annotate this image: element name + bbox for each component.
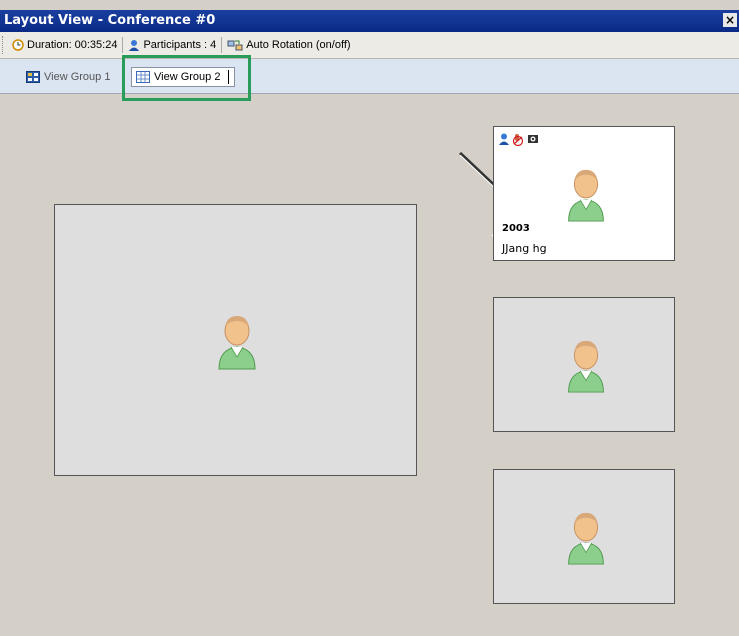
participant-panel-2[interactable]: [493, 297, 675, 432]
grid-layout-icon: [26, 71, 40, 83]
participant-avatar-icon: [568, 340, 604, 393]
auto-rotation-label: Auto Rotation (on/off): [246, 39, 351, 51]
close-button[interactable]: ×: [723, 13, 737, 27]
participant-avatar-icon: [218, 316, 256, 370]
clock-icon: [12, 39, 24, 51]
toolbar: Duration: 00:35:24 Participants : 4 Auto…: [0, 32, 739, 59]
window-title: Layout View - Conference #0: [4, 13, 216, 28]
toolbar-separator: [122, 37, 124, 53]
participant-avatar-icon: [568, 169, 604, 222]
participants-item: Participants : 4: [125, 39, 219, 52]
tab-view-group-1[interactable]: View Group 1: [22, 67, 114, 87]
tab-label: View Group 1: [44, 71, 111, 83]
mute-icon: [512, 134, 524, 146]
status-icons: [499, 133, 539, 146]
participants-count: 4: [210, 39, 217, 51]
duration-item: Duration: 00:35:24: [9, 39, 120, 51]
duration-label: Duration:: [27, 39, 72, 51]
title-bar: Layout View - Conference #0 ×: [0, 10, 739, 32]
tab-bar: View Group 1 View Group 2: [0, 59, 739, 94]
participants-label: Participants :: [143, 39, 208, 51]
auto-rotation-button[interactable]: Auto Rotation (on/off): [224, 39, 353, 52]
participant-panel-1[interactable]: 2003 JJang hg: [493, 126, 675, 261]
participant-panel-3[interactable]: [493, 469, 675, 604]
camera-icon: [528, 135, 538, 143]
rotation-icon: [227, 40, 243, 50]
toolbar-grip[interactable]: [2, 36, 6, 54]
main-video-panel[interactable]: [54, 204, 417, 476]
toolbar-separator: [221, 37, 223, 53]
duration-value: 00:35:24: [74, 39, 118, 51]
participant-name: JJang hg: [502, 242, 547, 255]
participant-avatar-icon: [568, 512, 604, 565]
participant-icon: [129, 39, 140, 51]
selection-highlight: [122, 55, 251, 101]
user-icon: [499, 133, 509, 145]
participant-id: 2003: [502, 223, 530, 234]
